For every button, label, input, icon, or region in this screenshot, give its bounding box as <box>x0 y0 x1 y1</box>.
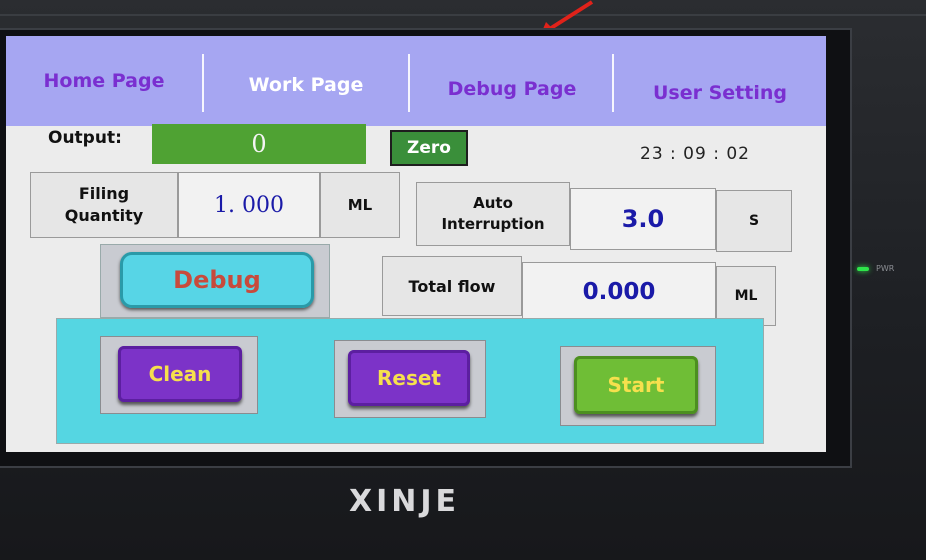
nav-bar: Home Page Work Page Debug Page User Sett… <box>6 36 826 126</box>
total-flow-value: 0.000 <box>522 262 716 322</box>
auto-interruption-label: Auto Interruption <box>416 182 570 246</box>
hmi-device: Home Page Work Page Debug Page User Sett… <box>0 0 926 560</box>
total-flow-label: Total flow <box>382 256 522 316</box>
output-value: 0 <box>152 124 366 164</box>
clock-display: 23 : 09 : 02 <box>640 144 750 164</box>
zero-button[interactable]: Zero <box>390 130 468 166</box>
power-led-icon <box>857 267 869 271</box>
tab-home-page[interactable]: Home Page <box>6 36 202 126</box>
tab-user-setting[interactable]: User Setting <box>614 48 826 138</box>
bezel-edge <box>0 14 926 16</box>
start-button[interactable]: Start <box>574 356 698 414</box>
reset-button[interactable]: Reset <box>348 350 470 406</box>
debug-button[interactable]: Debug <box>120 252 314 308</box>
filling-unit: ML <box>320 172 400 238</box>
tab-debug-page[interactable]: Debug Page <box>410 44 614 134</box>
auto-interruption-input[interactable]: 3.0 <box>570 188 716 250</box>
filling-label-line2: Quantity <box>64 206 144 225</box>
clean-button[interactable]: Clean <box>118 346 242 402</box>
total-flow-unit: ML <box>716 266 776 326</box>
tab-work-page[interactable]: Work Page <box>204 40 408 130</box>
output-label: Output: <box>48 128 122 148</box>
power-label: PWR <box>876 264 895 273</box>
filling-quantity-label: Filing Quantity <box>30 172 178 238</box>
brand-logo: XINJE <box>349 484 461 519</box>
auto-label-line2: Interruption <box>441 215 545 233</box>
auto-interruption-unit: S <box>716 190 792 252</box>
filling-quantity-input[interactable]: 1. 000 <box>178 172 320 238</box>
auto-label-line1: Auto <box>473 194 513 212</box>
filling-label-line1: Filing <box>78 184 130 203</box>
